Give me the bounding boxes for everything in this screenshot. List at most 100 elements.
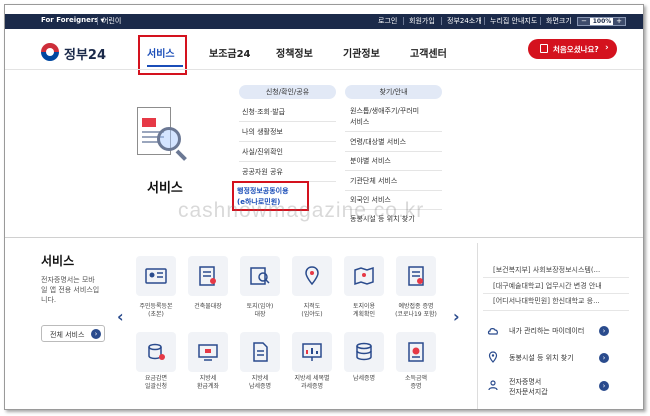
- tile-label: 주민등록등본 (초본): [139, 303, 173, 318]
- zoom-control: − 100% +: [577, 17, 626, 26]
- quick-facility-label: 동봉시설 등 위치 찾기: [509, 354, 574, 362]
- for-foreigners-link[interactable]: For Foreigners ▼: [41, 16, 104, 24]
- site-logo-text[interactable]: 정부24: [64, 44, 106, 63]
- menu-fact-check[interactable]: 사실/진위확인: [242, 147, 283, 158]
- arrow-right-circle-icon: ›: [91, 329, 101, 339]
- building-document-icon: [199, 266, 216, 286]
- divider: [345, 190, 442, 191]
- arrow-right-circle-icon: ›: [599, 353, 609, 363]
- nav-agency-info[interactable]: 기관정보: [343, 45, 380, 60]
- mega-section-title: 서비스: [147, 181, 183, 196]
- chart-board-icon: [302, 343, 322, 361]
- tile-label: 납세증명: [352, 375, 376, 382]
- document-icon: [540, 44, 548, 53]
- tile-label: 토지이용 계획확인: [352, 303, 376, 318]
- tile-label: 소득금액 증명: [404, 375, 428, 390]
- divider: [345, 151, 442, 152]
- tile-label: 건축물대장: [194, 303, 222, 310]
- divider: [345, 131, 442, 132]
- tile-building-register[interactable]: [188, 256, 228, 296]
- all-services-label: 전체 서비스: [50, 331, 85, 339]
- tile-tax-item-proof[interactable]: [292, 332, 332, 372]
- separator: [540, 17, 541, 25]
- gov24-intro-link[interactable]: 정부24소개: [447, 16, 482, 26]
- first-visit-label: 처음오셨나요?: [553, 45, 599, 54]
- tile-land-use[interactable]: [344, 256, 384, 296]
- zoom-value: 100%: [592, 18, 612, 25]
- notice-item[interactable]: [보건복지부] 사회보장정보시스템(...: [493, 265, 600, 275]
- tile-resident-registration[interactable]: [136, 256, 176, 296]
- gov-emblem-icon[interactable]: [41, 43, 59, 61]
- bottom-section-desc: 전자증명서는 모바일 앱 전용 서비스입니다.: [41, 276, 100, 304]
- tile-local-tax-refund[interactable]: [188, 332, 228, 372]
- coin-stack-icon: [356, 342, 372, 361]
- nav-subsidy24[interactable]: 보조금24: [209, 45, 251, 60]
- tile-local-tax-payment[interactable]: [240, 332, 280, 372]
- carousel-prev-button[interactable]: ‹: [117, 307, 124, 326]
- mega-menu-bottom-border: [5, 237, 643, 238]
- certificate-icon: [408, 266, 424, 286]
- menu-onestop[interactable]: 원스톱/생애주기/꾸러미: [350, 106, 419, 117]
- zoom-label: 화면크기: [546, 17, 572, 25]
- menu-my-life-info[interactable]: 나의 생활정보: [242, 127, 283, 138]
- separator: [403, 17, 404, 25]
- bottom-section-title: 서비스: [41, 254, 75, 268]
- first-visit-button[interactable]: 처음오셨나요? ›: [528, 39, 617, 59]
- menu-age-target[interactable]: 연령/대상별 서비스: [350, 137, 406, 148]
- divider: [483, 310, 629, 311]
- watermark-text: cashnowmagazine.co.kr: [178, 199, 425, 222]
- id-card-icon: [145, 268, 167, 284]
- arrow-right-circle-icon: ›: [599, 381, 609, 391]
- header-divider: [5, 69, 643, 70]
- separator: [441, 17, 442, 25]
- divider: [483, 277, 629, 278]
- nav-customer-center[interactable]: 고객센터: [410, 45, 447, 60]
- tile-label: 지방세 환급계좌: [196, 375, 220, 390]
- tile-fee-reduction[interactable]: [136, 332, 176, 372]
- notice-item[interactable]: [대구예술대학교] 업무시간 변경 안내: [493, 281, 602, 291]
- menu-apply-issue[interactable]: 신청·조회·발급: [242, 107, 285, 118]
- tile-vaccination[interactable]: [396, 256, 436, 296]
- tile-income-proof[interactable]: [396, 332, 436, 372]
- map-pin-icon: [305, 266, 319, 286]
- quick-mydata-label: 내가 관리하는 마이데이터: [509, 327, 585, 335]
- tile-label: 예방접종 증명 (코로나19 포함): [395, 303, 437, 318]
- tile-cadastral-map[interactable]: [292, 256, 332, 296]
- zoom-in-button[interactable]: +: [613, 18, 625, 25]
- tile-label: 지적도 (임야도): [301, 303, 323, 318]
- tile-label: 토지(임야) 대장: [246, 303, 274, 318]
- browser-frame: For Foreigners ▼ 어린이 로그인 회원가입 정부24소개 누리집 …: [4, 4, 644, 410]
- menu-org[interactable]: 기관단체 서비스: [350, 176, 397, 187]
- land-search-icon: [250, 267, 270, 285]
- menu-field[interactable]: 분야별 서비스: [350, 156, 391, 167]
- col-head-find: 찾기/안내: [345, 85, 442, 99]
- menu-onestop-service[interactable]: 서비스: [350, 117, 369, 128]
- nav-policy-info[interactable]: 정책정보: [276, 45, 313, 60]
- divider: [239, 121, 336, 122]
- carousel-next-button[interactable]: ›: [453, 307, 460, 326]
- map-icon: [354, 266, 374, 286]
- menu-public-resource[interactable]: 공공자원 공유: [242, 167, 283, 178]
- separator: [484, 17, 485, 25]
- tile-label: 요금감면 일괄신청: [144, 375, 168, 390]
- col-head-apply: 신청/확인/공유: [239, 85, 336, 99]
- person-document-icon: [488, 380, 498, 391]
- login-link[interactable]: 로그인: [378, 16, 397, 26]
- site-guide-link[interactable]: 누리집 안내지도: [490, 16, 537, 26]
- signup-link[interactable]: 회원가입: [409, 16, 435, 26]
- for-foreigners-label: For Foreigners: [41, 16, 99, 24]
- zoom-out-button[interactable]: −: [578, 18, 590, 25]
- all-services-button[interactable]: 전체 서비스 ›: [41, 325, 105, 342]
- notice-item[interactable]: [어디서나대학민원] 한신대학교 응...: [493, 296, 600, 306]
- chevron-right-icon: ›: [605, 43, 609, 53]
- separator: [97, 17, 98, 25]
- location-pin-icon: [488, 351, 498, 363]
- divider: [239, 161, 336, 162]
- kids-link[interactable]: 어린이: [102, 16, 121, 26]
- tile-land-register[interactable]: [240, 256, 280, 296]
- divider: [239, 141, 336, 142]
- tile-label: 지방세 납세증명: [248, 375, 272, 390]
- quick-e-wallet-label: 전자증명서 전자문서지갑: [509, 378, 548, 396]
- coins-icon: [148, 343, 165, 360]
- tile-tax-payment-proof[interactable]: [344, 332, 384, 372]
